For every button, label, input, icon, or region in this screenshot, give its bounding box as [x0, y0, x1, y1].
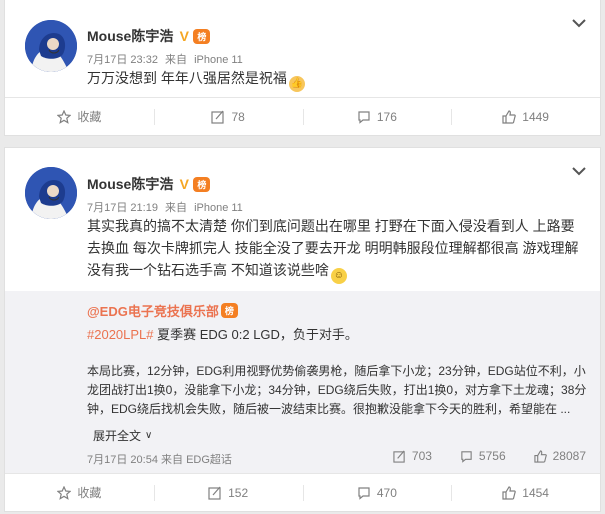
- source-prefix: 来自: [165, 202, 187, 214]
- thumbs-up-icon: [502, 485, 517, 500]
- like-count: 1454: [522, 485, 549, 500]
- comment-button[interactable]: 470: [302, 474, 452, 511]
- hashtag-link[interactable]: #2020LPL#: [87, 327, 154, 342]
- avatar[interactable]: [25, 167, 77, 219]
- post-meta: 7月17日 23:32 来自 iPhone 11: [87, 51, 247, 67]
- favorite-button[interactable]: 收藏: [5, 98, 154, 135]
- like-count: 1449: [522, 109, 549, 124]
- chevron-down-icon[interactable]: [572, 18, 586, 28]
- repost-icon: [208, 486, 221, 500]
- like-button[interactable]: 1454: [451, 474, 600, 511]
- username[interactable]: Mouse陈宇浩: [87, 174, 173, 194]
- thumbs-up-icon: [502, 109, 517, 124]
- reposted-content: @EDG电子竞技俱乐部 榜 #2020LPL# 夏季赛 EDG 0:2 LGD，…: [5, 291, 600, 474]
- username[interactable]: Mouse陈宇浩: [87, 26, 173, 46]
- post-source: iPhone 11: [194, 54, 243, 66]
- post-text: 万万没想到 年年八强居然是祝福 👍: [87, 67, 587, 92]
- chevron-down-icon[interactable]: [572, 166, 586, 176]
- repost-author-row: @EDG电子竞技俱乐部 榜: [87, 301, 238, 320]
- repost-repost-button[interactable]: 703: [393, 449, 432, 463]
- weibo-post-card: Mouse陈宇浩 V 榜 7月17日 23:32 来自 iPhone 11 万万…: [4, 0, 601, 136]
- post-text-content: 万万没想到 年年八强居然是祝福: [87, 70, 287, 86]
- smile-emoji-icon: ☺: [330, 268, 347, 284]
- comment-icon: [358, 486, 370, 500]
- repost-count: 78: [231, 109, 245, 124]
- comment-count: 5756: [478, 449, 506, 463]
- repost-stats: 703 5756 28087: [365, 449, 586, 463]
- rank-badge-icon[interactable]: 榜: [193, 28, 211, 44]
- post-time[interactable]: 7月17日 23:32: [87, 54, 158, 66]
- favorite-label: 收藏: [77, 110, 102, 124]
- post-time[interactable]: 7月17日 21:19: [87, 202, 158, 214]
- favorite-button[interactable]: 收藏: [5, 474, 154, 511]
- author-row: Mouse陈宇浩 V 榜: [87, 26, 211, 46]
- rank-badge-icon[interactable]: 榜: [220, 303, 238, 318]
- repost-time[interactable]: 7月17日 20:54: [87, 454, 158, 466]
- repost-meta: 7月17日 20:54 来自 EDG超话: [87, 451, 232, 467]
- comment-button[interactable]: 176: [302, 98, 452, 135]
- post-source: iPhone 11: [194, 202, 243, 214]
- chevron-down-icon: ∨: [145, 430, 153, 441]
- repost-like-button[interactable]: 28087: [533, 449, 586, 463]
- star-icon: [57, 485, 72, 500]
- repost-count: 703: [411, 449, 432, 463]
- repost-icon: [211, 110, 225, 124]
- weibo-post-card: Mouse陈宇浩 V 榜 7月17日 21:19 来自 iPhone 11 其实…: [4, 147, 601, 512]
- repost-button[interactable]: 78: [153, 98, 303, 135]
- repost-source[interactable]: EDG超话: [186, 454, 232, 466]
- expand-label: 展开全文: [93, 429, 142, 443]
- post-text: 其实我真的搞不太清楚 你们到底问题出在哪里 打野在下面入侵没看到人 上路要去换血…: [87, 215, 587, 284]
- expand-full-text-button[interactable]: 展开全文 ∨: [93, 427, 152, 444]
- thumbs-up-icon: [533, 449, 547, 463]
- author-row: Mouse陈宇浩 V 榜: [87, 174, 211, 194]
- comment-icon: [461, 450, 472, 463]
- source-prefix: 来自: [161, 454, 183, 466]
- comment-count: 470: [376, 485, 397, 500]
- rank-badge-icon[interactable]: 榜: [193, 176, 211, 192]
- like-button[interactable]: 1449: [451, 98, 600, 135]
- star-icon: [57, 109, 72, 124]
- comment-icon: [358, 110, 370, 124]
- comment-count: 176: [376, 109, 397, 124]
- like-count: 28087: [552, 449, 586, 463]
- action-bar: 收藏 152 470 1454: [5, 473, 600, 511]
- repost-icon: [393, 450, 405, 463]
- thumbs-up-icon: 👍: [288, 76, 305, 92]
- favorite-label: 收藏: [77, 486, 102, 500]
- repost-author[interactable]: @EDG电子竞技俱乐部: [87, 301, 219, 320]
- repost-count: 152: [228, 485, 249, 500]
- post-meta: 7月17日 21:19 来自 iPhone 11: [87, 199, 247, 215]
- avatar[interactable]: [25, 20, 77, 72]
- source-prefix: 来自: [165, 54, 187, 66]
- repost-comment-button[interactable]: 5756: [460, 449, 506, 463]
- repost-headline-text: 夏季赛 EDG 0:2 LGD，负于对手。: [153, 327, 358, 342]
- repost-body: 本局比赛，12分钟，EDG利用视野优势偷袭男枪，随后拿下小龙；23分钟，EDG站…: [87, 364, 587, 416]
- action-bar: 收藏 78 176 1449: [5, 97, 600, 135]
- verified-icon: V: [179, 176, 190, 192]
- repost-headline: #2020LPL# 夏季赛 EDG 0:2 LGD，负于对手。: [87, 324, 358, 343]
- verified-icon: V: [179, 28, 190, 44]
- repost-button[interactable]: 152: [153, 474, 303, 511]
